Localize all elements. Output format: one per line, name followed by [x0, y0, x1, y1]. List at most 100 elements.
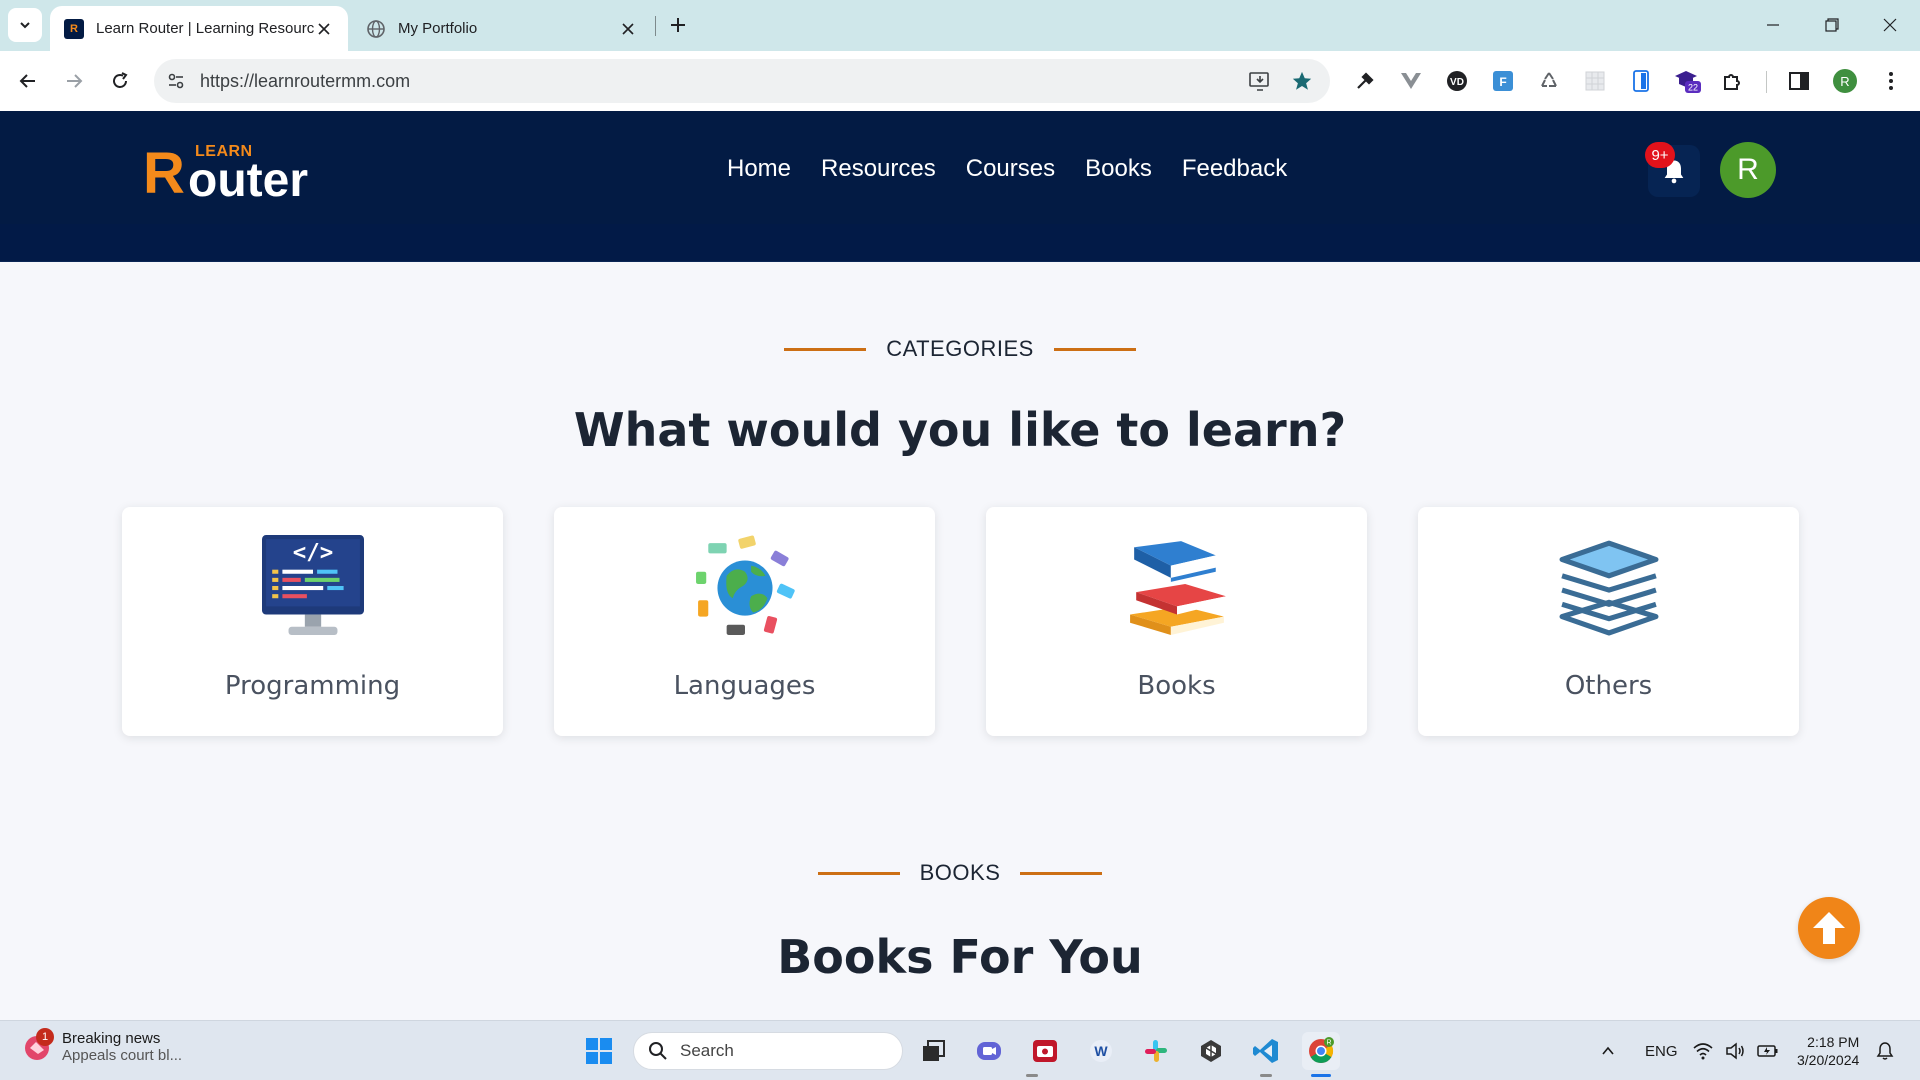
taskbar-search[interactable]: Search: [633, 1032, 903, 1070]
globe-speech-icon: [696, 535, 795, 635]
scroll-to-top-button[interactable]: [1798, 897, 1860, 959]
new-tab-button[interactable]: [664, 11, 692, 39]
vue-devtools-extension-icon[interactable]: [1397, 67, 1425, 95]
grid-extension-icon[interactable]: [1581, 67, 1609, 95]
section-label-text: BOOKS: [919, 860, 1001, 885]
clock-date: 3/20/2024: [1797, 1052, 1860, 1068]
system-clock[interactable]: 2:18 PM 3/20/2024: [1797, 1033, 1859, 1069]
browser-tab-strip: R Learn Router | Learning Resources My P…: [0, 0, 1920, 51]
task-view-button[interactable]: [915, 1032, 953, 1070]
books-title: Books For You: [777, 930, 1143, 984]
word-icon: W: [1090, 1040, 1112, 1062]
side-panel-icon[interactable]: [1785, 67, 1813, 95]
tab-search-button[interactable]: [8, 8, 42, 42]
address-bar[interactable]: https://learnroutermm.com: [154, 59, 1330, 103]
restore-icon: [1825, 18, 1839, 32]
vscode-app[interactable]: [1247, 1032, 1285, 1070]
books-label: BOOKS: [0, 860, 1920, 886]
video-downloader-extension-icon[interactable]: VD: [1443, 67, 1471, 95]
svg-text:VD: VD: [1450, 77, 1464, 88]
restore-button[interactable]: [1803, 0, 1861, 50]
nav-home[interactable]: Home: [727, 155, 791, 183]
profile-avatar: R: [1833, 69, 1857, 93]
font-inspector-extension-icon[interactable]: F: [1489, 67, 1517, 95]
chrome-app[interactable]: R: [1302, 1032, 1340, 1070]
category-card-programming[interactable]: </> Programming: [122, 507, 503, 736]
browser-menu-button[interactable]: [1877, 67, 1905, 95]
clock-time: 2:18 PM: [1807, 1034, 1860, 1050]
minimize-icon: [1767, 24, 1779, 26]
system-tray-icons[interactable]: [1693, 1021, 1779, 1080]
close-tab-icon[interactable]: [314, 19, 334, 39]
color-picker-extension-icon[interactable]: [1351, 67, 1379, 95]
svg-text:R: R: [1326, 1040, 1331, 1047]
slack-app[interactable]: [1137, 1032, 1175, 1070]
graduation-cap-extension-icon[interactable]: 22: [1673, 67, 1701, 95]
screen-recorder-icon: [1033, 1040, 1057, 1062]
tab-my-portfolio[interactable]: My Portfolio: [352, 6, 652, 51]
video-chat-icon: [977, 1042, 1001, 1060]
category-cards: </> Programming Languages Books Others: [122, 507, 1799, 736]
category-card-others[interactable]: Others: [1418, 507, 1799, 736]
news-subtitle: Appeals court bl...: [62, 1047, 183, 1064]
profile-button[interactable]: R: [1831, 67, 1859, 95]
unity-app[interactable]: [1192, 1032, 1230, 1070]
extensions-puzzle-icon[interactable]: [1719, 67, 1747, 95]
nav-resources[interactable]: Resources: [821, 155, 936, 183]
word-app[interactable]: W: [1082, 1032, 1120, 1070]
extension-badge: 22: [1688, 83, 1698, 93]
language-indicator[interactable]: ENG: [1645, 1021, 1678, 1080]
forward-button[interactable]: [56, 63, 92, 99]
start-button[interactable]: [580, 1032, 618, 1070]
site-settings-icon[interactable]: [164, 69, 188, 93]
code-monitor-icon: </>: [262, 535, 364, 635]
teams-app[interactable]: [970, 1032, 1008, 1070]
more-vertical-icon: [1889, 72, 1893, 90]
category-card-languages[interactable]: Languages: [554, 507, 935, 736]
nav-books[interactable]: Books: [1085, 155, 1152, 183]
back-button[interactable]: [10, 63, 46, 99]
main-nav: Home Resources Courses Books Feedback: [727, 155, 1287, 183]
install-app-icon[interactable]: [1248, 69, 1272, 93]
svg-text:W: W: [1094, 1043, 1108, 1059]
user-avatar[interactable]: R: [1720, 142, 1776, 198]
book-stack-icon: [1130, 541, 1226, 635]
category-label: Others: [1564, 671, 1653, 701]
bookmark-star-icon[interactable]: [1290, 69, 1314, 93]
minimize-button[interactable]: [1744, 0, 1802, 50]
nav-feedback[interactable]: Feedback: [1182, 155, 1287, 183]
category-card-books[interactable]: Books: [986, 507, 1367, 736]
nav-courses[interactable]: Courses: [966, 155, 1055, 183]
tab-learn-router[interactable]: R Learn Router | Learning Resources: [50, 6, 348, 51]
show-hidden-icons-button[interactable]: [1600, 1021, 1616, 1080]
running-indicator: [1026, 1074, 1038, 1077]
url-text[interactable]: https://learnroutermm.com: [200, 71, 410, 92]
categories-title: What would you like to learn?: [573, 403, 1347, 457]
globe-icon: [366, 19, 386, 39]
reload-button[interactable]: [102, 63, 138, 99]
tab-title: My Portfolio: [398, 20, 478, 37]
close-window-button[interactable]: [1861, 0, 1919, 50]
logo-outer: outer: [188, 154, 308, 207]
phone-extension-icon[interactable]: [1627, 67, 1655, 95]
toolbar-separator: [1766, 71, 1767, 93]
task-view-icon: [923, 1040, 945, 1061]
slack-icon: [1145, 1040, 1167, 1062]
news-widget[interactable]: 1 Breaking news Appeals court bl...: [22, 1028, 183, 1064]
windows-logo-icon: [586, 1038, 612, 1064]
site-logo[interactable]: R LEARN outer: [143, 141, 343, 205]
recycle-extension-icon[interactable]: [1535, 67, 1563, 95]
category-label: Programming: [224, 671, 401, 701]
notification-center-button[interactable]: [1876, 1021, 1894, 1080]
category-label: Languages: [673, 671, 816, 701]
categories-label: CATEGORIES: [0, 336, 1920, 362]
news-badge: 1: [36, 1028, 54, 1046]
browser-toolbar: https://learnroutermm.com VD F 22 R: [0, 51, 1920, 111]
unity-cube-icon: [1201, 1040, 1221, 1062]
tab-title: Learn Router | Learning Resources: [96, 20, 314, 37]
header-band: [0, 224, 1920, 262]
chrome-icon: R: [1309, 1037, 1334, 1064]
screen-recorder-app[interactable]: [1026, 1032, 1064, 1070]
volume-icon: [1726, 1042, 1744, 1060]
close-tab-icon[interactable]: [618, 19, 638, 39]
